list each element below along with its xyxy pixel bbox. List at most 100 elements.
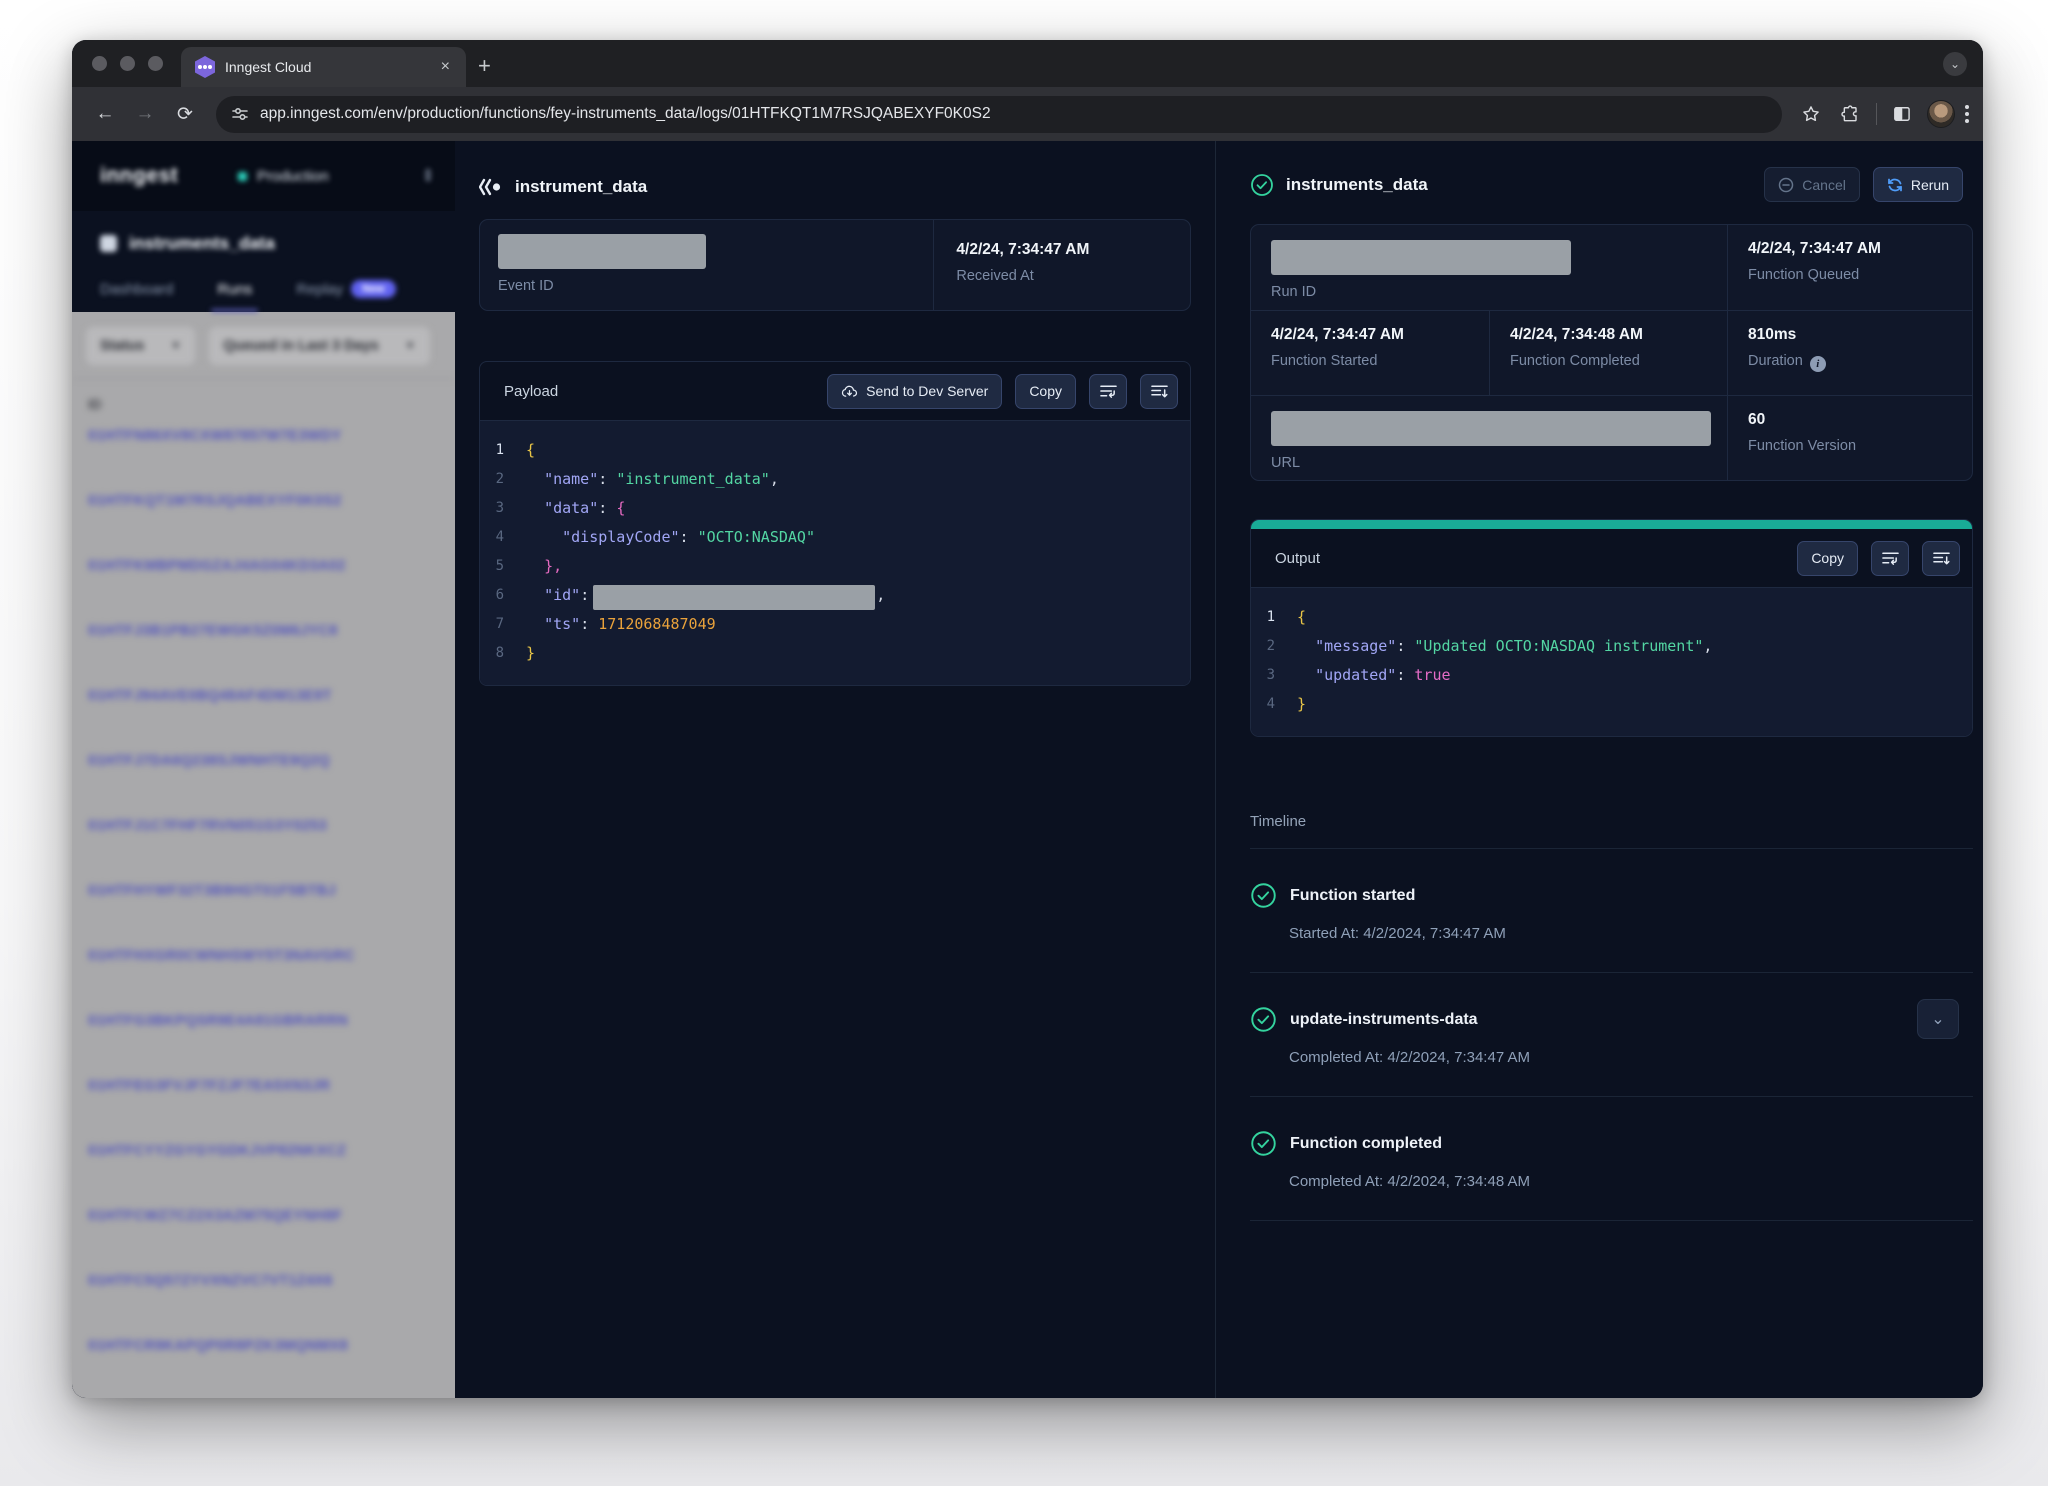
bookmark-star-icon[interactable] [1796,99,1826,129]
code-token: "data" [544,499,598,517]
inngest-logo[interactable]: inngest [72,164,224,188]
run-details-card: Run ID 4/2/24, 7:34:47 AM Function Queue… [1250,224,1973,481]
code-text: "data": { [526,494,625,523]
run-id-link[interactable]: 01HTFHYWF32T3B9HGT01F5BTBJ [88,883,336,899]
run-id-row[interactable]: 01HTFKQT1M7RSJQABEXYF0K0S2 [72,487,455,552]
browser-tab[interactable]: Inngest Cloud × [181,47,466,87]
output-copy-button[interactable]: Copy [1797,541,1858,576]
run-id-row[interactable]: 01HTFJ7DA6Q238SJWNHTE9Q2Q [72,747,455,812]
code-text: "message": "Updated OCTO:NASDAQ instrume… [1297,632,1712,661]
code-token: "instrument_data" [616,470,770,488]
payload-copy-button[interactable]: Copy [1015,374,1076,409]
output-title: Output [1275,550,1320,567]
run-id-link[interactable]: 01HTFN86XV8CXW87857W7E3WDY [88,428,342,444]
run-id-link[interactable]: 01HTFC5Q57ZYVXNZVC7VT1Z4X6 [88,1273,333,1289]
extensions-icon[interactable] [1836,99,1866,129]
maximize-window-button[interactable] [148,56,163,71]
info-icon[interactable]: i [1810,356,1826,372]
run-id-row[interactable]: 01HTFHYWF32T3B9HGT01F5BTBJ [72,877,455,942]
payload-code: 1{2 "name": "instrument_data",3 "data": … [480,421,1190,685]
code-text: "name": "instrument_data", [526,465,779,494]
run-id-link[interactable]: 01HTFCWZ7CZ2X3AZM75QEYNH8F [88,1208,342,1224]
side-panel-icon[interactable] [1887,99,1917,129]
environment-switcher[interactable]: Production ▲▼ [224,168,455,185]
run-id-link[interactable]: 01HTFHXGR0CWNHSWY5T3NAVGRC [88,948,355,964]
timeline-item: Function completedCompleted At: 4/2/2024… [1250,1097,1973,1221]
timeline-item: Function startedStarted At: 4/2/2024, 7:… [1250,849,1973,973]
url-redacted-value [1271,411,1711,446]
code-line: 5 }, [480,552,1190,581]
expand-lines-button[interactable] [1140,374,1178,409]
chevron-down-icon: ▼ [405,340,416,352]
run-id-row[interactable]: 01HTFHXGR0CWNHSWY5T3NAVGRC [72,942,455,1007]
rerun-button[interactable]: Rerun [1873,167,1963,202]
cancel-button[interactable]: Cancel [1764,167,1860,202]
back-button[interactable]: ← [88,97,122,131]
expand-step-button[interactable]: ⌄ [1917,999,1959,1039]
timeline-step-title: Function completed [1290,1135,1442,1153]
code-token: : [580,586,589,604]
sidebar-tab-label: Runs [217,281,252,298]
cancel-icon [1778,177,1794,193]
site-settings-icon[interactable] [232,106,248,122]
run-id-row[interactable]: 01HTFJ3B1PB27EWGK5Z0M6JYC8 [72,617,455,682]
run-id-row[interactable]: 01HTFKMBPMDGZAJ4AG04KD3A02 [72,552,455,617]
run-id-row[interactable]: 01HTFG3BKPQSR9E4A81GBRARRN [72,1007,455,1072]
run-id-link[interactable]: 01HTFEG3FVJF7FZJF7EA5XN3JR [88,1078,330,1094]
step-success-icon [1250,1006,1277,1033]
run-id-link[interactable]: 01HTFJ1C7FHF7RVN051G3Y0253 [88,818,327,834]
minimize-window-button[interactable] [120,56,135,71]
profile-avatar[interactable] [1927,100,1955,128]
code-text: "displayCode": "OCTO:NASDAQ" [526,523,815,552]
run-id-row[interactable]: 01HTFCR9KAPQP0R8PZK3MQNMX8 [72,1332,455,1397]
event-id-label: Event ID [498,278,915,294]
line-number: 1 [480,436,526,465]
forward-button[interactable]: → [128,97,162,131]
sidebar-tab-dashboard[interactable]: Dashboard [100,280,173,312]
close-tab-icon[interactable]: × [437,57,454,77]
run-id-row[interactable]: 01HTFC5Q57ZYVXNZVC7VT1Z4X6 [72,1267,455,1332]
run-id-link[interactable]: 01HTFJ3B1PB27EWGK5Z0M6JYC8 [88,623,338,639]
run-id-link[interactable]: 01HTFKMBPMDGZAJ4AG04KD3A02 [88,558,346,574]
sidebar-tab-runs[interactable]: Runs [217,280,252,312]
redacted-code-value [593,585,875,610]
code-token: , [770,470,779,488]
tab-search-button[interactable]: ⌄ [1943,52,1967,76]
browser-menu-icon[interactable] [1965,105,1969,123]
code-token: : [1396,637,1414,655]
output-status-bar [1251,520,1972,529]
code-token: : [680,528,698,546]
run-id-link[interactable]: 01HTFKQT1M7RSJQABEXYF0K0S2 [88,493,342,509]
id-column-header: ID [72,379,455,422]
run-id-row[interactable]: 01HTFCYYZGYGYGDKJVP82NKXCZ [72,1137,455,1202]
word-wrap-button[interactable] [1089,374,1127,409]
output-word-wrap-button[interactable] [1871,541,1909,576]
run-id-link[interactable]: 01HTFJ7DA6Q238SJWNHTE9Q2Q [88,753,330,769]
run-id-row[interactable]: 01HTFN86XV8CXW87857W7E3WDY [72,422,455,487]
new-tab-button[interactable]: + [478,53,491,79]
output-code: 1{2 "message": "Updated OCTO:NASDAQ inst… [1251,588,1972,736]
run-id-link[interactable]: 01HTFCYYZGYGYGDKJVP82NKXCZ [88,1143,346,1159]
output-expand-lines-button[interactable] [1922,541,1960,576]
time-filter[interactable]: Queued in Last 3 Days▼ [209,327,429,365]
status-filter[interactable]: Status▼ [86,327,195,365]
line-number: 7 [480,610,526,639]
timeline-title: Timeline [1250,813,1973,849]
env-status-dot [238,172,247,181]
run-id-row[interactable]: 01HTFEG3FVJF7FZJF7EA5XN3JR [72,1072,455,1137]
run-id-link[interactable]: 01HTFCR9KAPQP0R8PZK3MQNMX8 [88,1338,348,1354]
code-token: 1712068487049 [598,615,715,633]
send-to-dev-server-button[interactable]: Send to Dev Server [827,374,1002,409]
run-id-row[interactable]: 01HTFCWZ7CZ2X3AZM75QEYNH8F [72,1202,455,1267]
run-id-row[interactable]: 01HTFJ1C7FHF7RVN051G3Y0253 [72,812,455,877]
run-id-link[interactable]: 01HTFJ94AVE0BQ48AF4DM13E9T [88,688,332,704]
sidebar-tab-replay[interactable]: ReplayNew [296,280,395,312]
inngest-favicon-icon [195,56,215,78]
reload-button[interactable]: ⟳ [168,97,202,131]
run-id-link[interactable]: 01HTFG3BKPQSR9E4A81GBRARRN [88,1013,348,1029]
run-id-row[interactable]: 01HTFJ94AVE0BQ48AF4DM13E9T [72,682,455,747]
code-text: "ts": 1712068487049 [526,610,716,639]
close-window-button[interactable] [92,56,107,71]
address-bar[interactable]: app.inngest.com/env/production/functions… [216,96,1782,133]
code-text: { [526,436,535,465]
